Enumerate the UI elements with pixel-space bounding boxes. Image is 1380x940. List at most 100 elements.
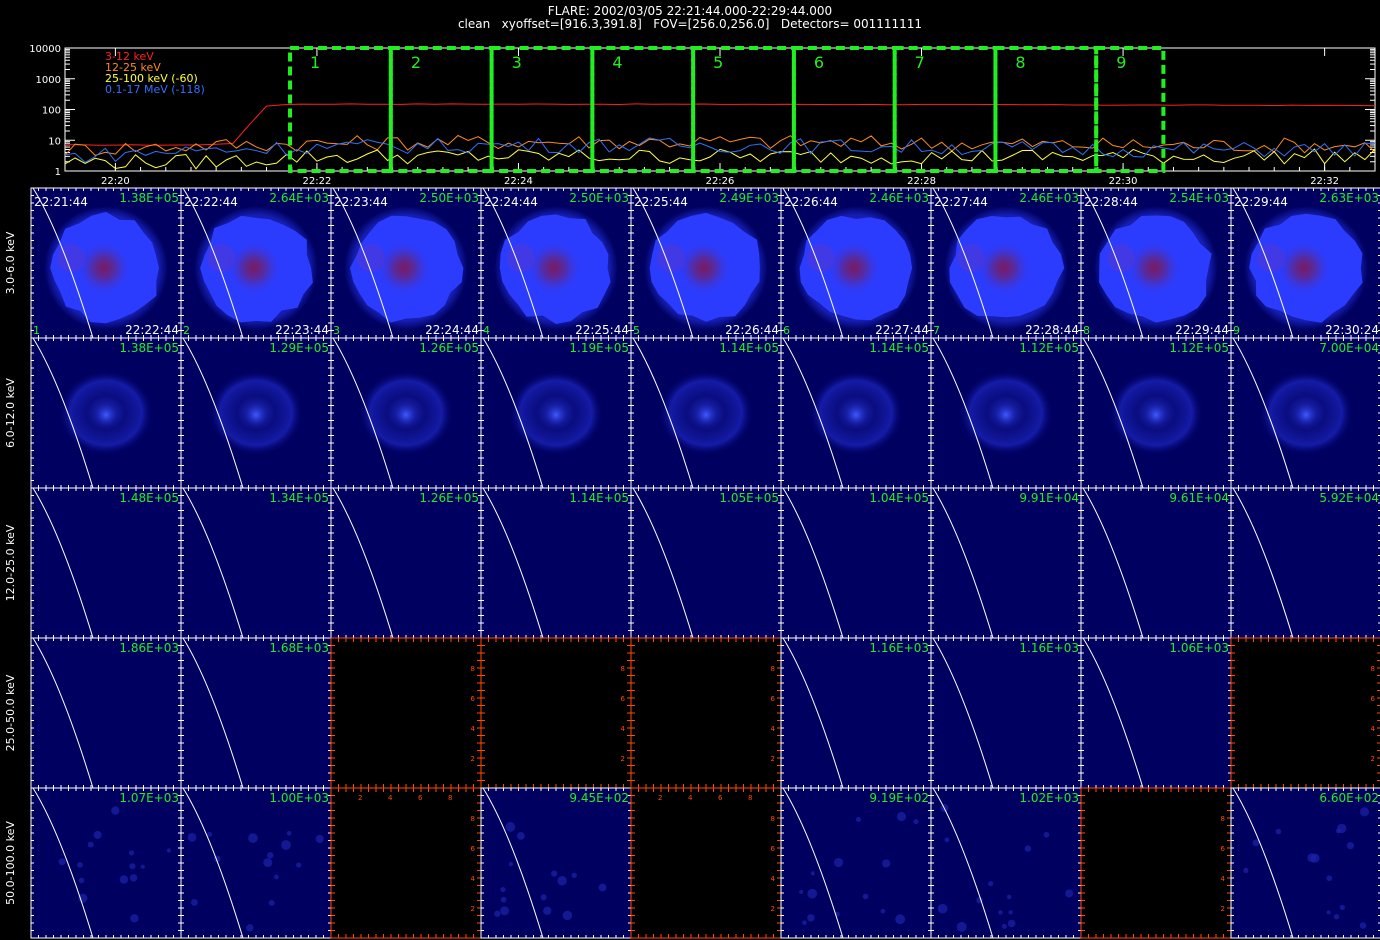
panel-max-value: 1.26E+05 [419,491,479,505]
axis-tick-label: 8 [621,665,625,673]
noise-speck [998,910,1003,915]
noise-speck [571,872,577,879]
noise-speck [988,880,994,887]
blank-panel [330,787,482,939]
noise-speck [862,893,869,900]
noise-speck [1326,875,1333,882]
source-core [1276,240,1332,296]
noise-speck [802,920,807,926]
noise-speck [267,852,274,859]
panel-end-time: 22:27:44 [875,323,929,337]
panel-end-time: 22:25:44 [575,323,629,337]
panel-max-value: 2.64E+03 [269,191,329,205]
noise-speck [500,887,506,893]
noise-speck [833,857,844,868]
panel-end-time: 22:30:24 [1325,323,1379,337]
axis-tick-label: 2 [771,755,775,763]
axis-tick-label: 6 [718,794,723,802]
noise-speck [810,871,815,876]
axis-tick-label: 2 [1371,755,1375,763]
source-dot [995,404,1017,426]
energy-row-label: 3.0-6.0 keV [4,231,17,294]
panel-end-time: 22:22:44 [125,323,179,337]
image-panel [1230,487,1380,639]
noise-speck [880,908,886,914]
image-panel [630,487,782,639]
blank-panel [330,637,482,789]
axis-tick-label: 4 [688,794,693,802]
panel-max-value: 2.49E+03 [719,191,779,205]
noise-speck [1339,904,1346,911]
panel-index: 8 [1083,324,1090,337]
panel-index: 4 [483,324,490,337]
noise-speck [263,858,273,868]
noise-speck [516,832,525,840]
noise-speck [494,910,501,917]
panel-max-value: 6.60E+02 [1319,791,1379,805]
panel-max-value: 2.46E+03 [869,191,929,205]
axis-tick-label: 6 [771,845,776,853]
panel-max-value: 1.48E+05 [119,491,179,505]
panel-max-value: 7.00E+04 [1319,341,1379,355]
source-knot [357,244,385,272]
axis-tick-label: 4 [471,875,476,883]
noise-speck [1006,894,1012,900]
noise-speck [540,894,547,901]
source-dot [95,404,117,426]
axis-tick-label: 2 [621,755,625,763]
source-dot [1145,404,1167,426]
panel-max-value: 1.19E+05 [569,341,629,355]
source-core [526,240,582,296]
source-core [976,240,1032,296]
panel-index: 2 [183,324,190,337]
panel-start-time: 22:23:44 [334,195,388,209]
noise-speck [807,888,818,899]
noise-speck [807,914,815,922]
noise-speck [190,898,198,906]
noise-speck [1243,867,1249,874]
panel-max-value: 9.91E+04 [1019,491,1079,505]
axis-tick-label: 8 [471,665,475,673]
noise-speck [799,889,804,894]
energy-row-label: 50.0-100.0 keV [4,821,17,905]
panel-max-value: 1.00E+03 [269,791,329,805]
image-panel [30,637,182,789]
panel-start-time: 22:27:44 [934,195,988,209]
noise-speck [129,874,138,882]
source-dot [845,404,867,426]
image-panel [780,637,932,789]
panel-max-value: 1.26E+05 [419,341,479,355]
noise-speck [93,830,102,839]
noise-speck [1001,923,1007,929]
noise-speck [1346,842,1355,850]
axis-tick-label: 6 [471,845,476,853]
noise-speck [206,831,213,837]
axis-tick-label: 8 [771,665,775,673]
noise-speck [1008,910,1013,915]
axis-tick-label: 4 [1221,875,1226,883]
panel-max-value: 1.16E+03 [869,641,929,655]
noise-speck [944,837,950,843]
source-knot [207,244,235,272]
axis-tick-label: 6 [418,794,423,802]
panel-index: 5 [633,324,640,337]
noise-speck [500,896,507,903]
axis-tick-label: 6 [771,695,776,703]
panel-max-value: 9.45E+02 [569,791,629,805]
panel-end-time: 22:29:44 [1175,323,1229,337]
axis-tick-label: 4 [1371,725,1376,733]
panel-max-value: 1.38E+05 [119,341,179,355]
image-panel [930,637,1082,789]
panel-start-time: 22:21:44 [34,195,88,209]
noise-speck [882,859,891,868]
source-dot [545,404,567,426]
noise-speck [1275,828,1282,835]
source-dot [1295,404,1317,426]
noise-speck [87,841,94,848]
source-core [76,240,132,296]
axis-tick-label: 8 [748,794,752,802]
image-panel [30,787,182,939]
source-core [826,240,882,296]
noise-speck [557,876,567,886]
axis-tick-label: 4 [771,725,776,733]
